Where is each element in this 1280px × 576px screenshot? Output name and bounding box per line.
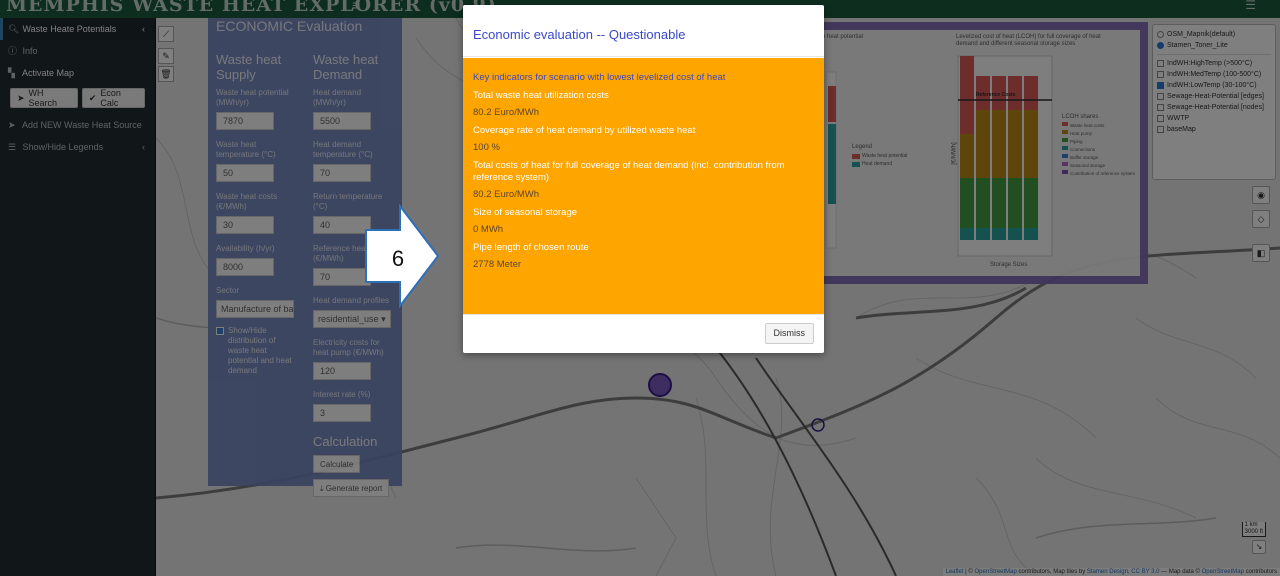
indicator-label: Pipe length of chosen route bbox=[473, 241, 589, 253]
indicator-label: Total waste heat utilization costs bbox=[473, 89, 609, 101]
modal-body: Key indicators for scenario with lowest … bbox=[463, 58, 824, 314]
modal-title: Economic evaluation -- Questionable bbox=[473, 27, 686, 42]
modal-header: Economic evaluation -- Questionable bbox=[463, 5, 824, 57]
annotation-number: 6 bbox=[392, 246, 404, 271]
indicator-label: Coverage rate of heat demand by utilized… bbox=[473, 124, 696, 136]
annotation-arrow: 6 bbox=[365, 204, 440, 308]
dismiss-button[interactable]: Dismiss bbox=[764, 323, 814, 344]
indicator-label: Size of seasonal storage bbox=[473, 206, 578, 218]
key-indicators-heading: Key indicators for scenario with lowest … bbox=[473, 72, 726, 83]
indicator-label: Total costs of heat for full coverage of… bbox=[473, 159, 785, 183]
indicator-value: 0 MWh bbox=[473, 224, 504, 235]
modal-footer: Dismiss bbox=[463, 314, 824, 353]
economic-evaluation-modal: Economic evaluation -- Questionable Key … bbox=[463, 5, 824, 353]
indicator-value: 100 % bbox=[473, 142, 500, 153]
indicator-value: 80.2 Euro/MWh bbox=[473, 189, 539, 200]
indicator-value: 80.2 Euro/MWh bbox=[473, 107, 539, 118]
indicator-value: 2778 Meter bbox=[473, 259, 522, 270]
